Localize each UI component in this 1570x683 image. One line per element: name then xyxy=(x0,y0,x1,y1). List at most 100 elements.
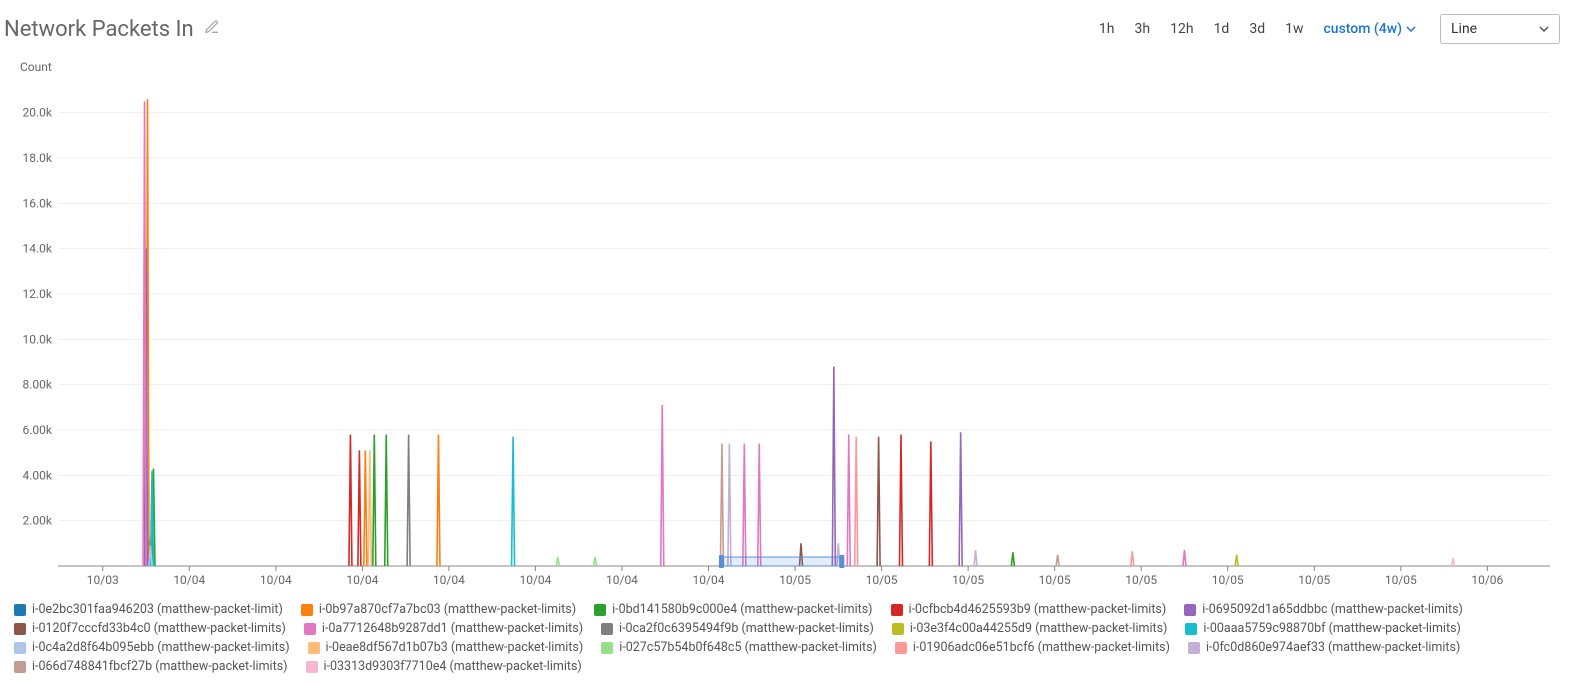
legend-label: i-03313d9303f7710e4 (matthew-packet-limi… xyxy=(324,659,582,674)
legend-label: i-0bd141580b9c000e4 (matthew-packet-limi… xyxy=(612,602,872,617)
legend-item[interactable]: i-01906adc06e51bcf6 (matthew-packet-limi… xyxy=(895,640,1170,655)
svg-text:20.0k: 20.0k xyxy=(23,106,53,120)
y-axis-title: Count xyxy=(20,60,52,74)
legend-swatch xyxy=(1188,642,1200,654)
legend-swatch xyxy=(14,604,26,616)
legend-label: i-0eae8df567d1b07b3 (matthew-packet-limi… xyxy=(326,640,584,655)
edit-icon[interactable] xyxy=(204,19,220,39)
legend-item[interactable]: i-0cfbcb4d4625593b9 (matthew-packet-limi… xyxy=(891,602,1167,617)
svg-text:8.00k: 8.00k xyxy=(23,378,53,392)
svg-text:10/05: 10/05 xyxy=(779,573,811,587)
legend-item[interactable]: i-0bd141580b9c000e4 (matthew-packet-limi… xyxy=(594,602,872,617)
title-wrap: Network Packets In xyxy=(4,17,220,42)
range-custom[interactable]: custom (4w) xyxy=(1315,17,1424,41)
legend-swatch xyxy=(1184,604,1196,616)
legend: i-0e2bc301faa946203 (matthew-packet-limi… xyxy=(0,594,1570,674)
svg-text:18.0k: 18.0k xyxy=(23,151,53,165)
legend-swatch xyxy=(304,623,316,635)
legend-item[interactable]: i-0eae8df567d1b07b3 (matthew-packet-limi… xyxy=(308,640,584,655)
svg-text:10/05: 10/05 xyxy=(1298,573,1330,587)
svg-text:10/04: 10/04 xyxy=(173,573,205,587)
svg-text:2.00k: 2.00k xyxy=(23,514,53,528)
legend-label: i-066d748841fbcf27b (matthew-packet-limi… xyxy=(32,659,288,674)
svg-text:10/05: 10/05 xyxy=(1125,573,1157,587)
legend-swatch xyxy=(895,642,907,654)
svg-text:10/04: 10/04 xyxy=(519,573,551,587)
svg-text:12.0k: 12.0k xyxy=(23,287,53,301)
legend-swatch xyxy=(14,623,26,635)
svg-text:10/04: 10/04 xyxy=(433,573,465,587)
legend-swatch xyxy=(306,661,318,673)
legend-label: i-0b97a870cf7a7bc03 (matthew-packet-limi… xyxy=(319,602,576,617)
legend-swatch xyxy=(1185,623,1197,635)
range-1h[interactable]: 1h xyxy=(1091,17,1123,41)
range-custom-label: custom (4w) xyxy=(1323,21,1402,37)
legend-swatch xyxy=(301,604,313,616)
legend-item[interactable]: i-03e3f4c00a44255d9 (matthew-packet-limi… xyxy=(892,621,1168,636)
svg-text:10/04: 10/04 xyxy=(346,573,378,587)
svg-text:4.00k: 4.00k xyxy=(23,468,53,482)
svg-text:6.00k: 6.00k xyxy=(23,423,53,437)
legend-label: i-03e3f4c00a44255d9 (matthew-packet-limi… xyxy=(910,621,1168,636)
range-3h[interactable]: 3h xyxy=(1127,17,1159,41)
legend-label: i-01906adc06e51bcf6 (matthew-packet-limi… xyxy=(913,640,1170,655)
legend-item[interactable]: i-027c57b54b0f648c5 (matthew-packet-limi… xyxy=(601,640,877,655)
chevron-down-icon xyxy=(1539,24,1549,34)
legend-item[interactable]: i-066d748841fbcf27b (matthew-packet-limi… xyxy=(14,659,288,674)
legend-swatch xyxy=(14,642,26,654)
legend-item[interactable]: i-00aaa5759c98870bf (matthew-packet-limi… xyxy=(1185,621,1460,636)
chart-header: Network Packets In 1h 3h 12h 1d 3d 1w cu… xyxy=(0,0,1570,54)
svg-text:14.0k: 14.0k xyxy=(23,242,53,256)
svg-text:10/04: 10/04 xyxy=(606,573,638,587)
chart-area: Count 2.00k4.00k6.00k8.00k10.0k12.0k14.0… xyxy=(10,64,1560,594)
legend-swatch xyxy=(601,623,613,635)
legend-item[interactable]: i-0e2bc301faa946203 (matthew-packet-limi… xyxy=(14,602,283,617)
legend-swatch xyxy=(601,642,613,654)
brush-selection[interactable] xyxy=(719,555,844,568)
legend-label: i-027c57b54b0f648c5 (matthew-packet-limi… xyxy=(619,640,877,655)
svg-text:16.0k: 16.0k xyxy=(23,196,53,210)
legend-label: i-0c4a2d8f64b095ebb (matthew-packet-limi… xyxy=(32,640,290,655)
legend-item[interactable]: i-0ca2f0c6395494f9b (matthew-packet-limi… xyxy=(601,621,874,636)
svg-text:10/03: 10/03 xyxy=(87,573,119,587)
legend-label: i-0a7712648b9287dd1 (matthew-packet-limi… xyxy=(322,621,583,636)
range-1d[interactable]: 1d xyxy=(1206,17,1238,41)
legend-item[interactable]: i-0c4a2d8f64b095ebb (matthew-packet-limi… xyxy=(14,640,290,655)
legend-label: i-0e2bc301faa946203 (matthew-packet-limi… xyxy=(32,602,283,617)
legend-swatch xyxy=(892,623,904,635)
svg-text:10/05: 10/05 xyxy=(952,573,984,587)
line-chart[interactable]: 2.00k 4.00k 6.00k 8.00k 10.0k 12.0k 14.0k 16.0k… xyxy=(10,64,1560,594)
chart-type-select[interactable]: Line xyxy=(1440,14,1560,44)
chart-type-value: Line xyxy=(1451,21,1477,37)
range-1w[interactable]: 1w xyxy=(1277,17,1311,41)
legend-item[interactable]: i-0fc0d860e974aef33 (matthew-packet-limi… xyxy=(1188,640,1460,655)
range-3d[interactable]: 3d xyxy=(1241,17,1273,41)
legend-swatch xyxy=(14,661,26,673)
svg-text:10.0k: 10.0k xyxy=(23,332,53,346)
legend-label: i-00aaa5759c98870bf (matthew-packet-limi… xyxy=(1203,621,1460,636)
time-range-controls: 1h 3h 12h 1d 3d 1w custom (4w) Line xyxy=(1091,14,1560,44)
legend-label: i-0fc0d860e974aef33 (matthew-packet-limi… xyxy=(1206,640,1460,655)
legend-swatch xyxy=(594,604,606,616)
legend-label: i-0695092d1a65ddbbc (matthew-packet-limi… xyxy=(1202,602,1463,617)
svg-text:10/05: 10/05 xyxy=(866,573,898,587)
legend-item[interactable]: i-0120f7cccfd33b4c0 (matthew-packet-limi… xyxy=(14,621,286,636)
svg-text:10/04: 10/04 xyxy=(260,573,292,587)
legend-label: i-0ca2f0c6395494f9b (matthew-packet-limi… xyxy=(619,621,874,636)
legend-item[interactable]: i-0a7712648b9287dd1 (matthew-packet-limi… xyxy=(304,621,583,636)
range-12h[interactable]: 12h xyxy=(1162,17,1201,41)
chevron-down-icon xyxy=(1406,24,1416,34)
legend-label: i-0cfbcb4d4625593b9 (matthew-packet-limi… xyxy=(909,602,1167,617)
svg-text:10/05: 10/05 xyxy=(1385,573,1417,587)
chart-title: Network Packets In xyxy=(4,17,194,42)
legend-item[interactable]: i-0695092d1a65ddbbc (matthew-packet-limi… xyxy=(1184,602,1463,617)
legend-swatch xyxy=(308,642,320,654)
legend-swatch xyxy=(891,604,903,616)
svg-text:10/04: 10/04 xyxy=(693,573,725,587)
legend-item[interactable]: i-0b97a870cf7a7bc03 (matthew-packet-limi… xyxy=(301,602,576,617)
svg-text:10/05: 10/05 xyxy=(1212,573,1244,587)
svg-text:10/06: 10/06 xyxy=(1471,573,1503,587)
legend-item[interactable]: i-03313d9303f7710e4 (matthew-packet-limi… xyxy=(306,659,582,674)
svg-text:10/05: 10/05 xyxy=(1039,573,1071,587)
legend-label: i-0120f7cccfd33b4c0 (matthew-packet-limi… xyxy=(32,621,286,636)
